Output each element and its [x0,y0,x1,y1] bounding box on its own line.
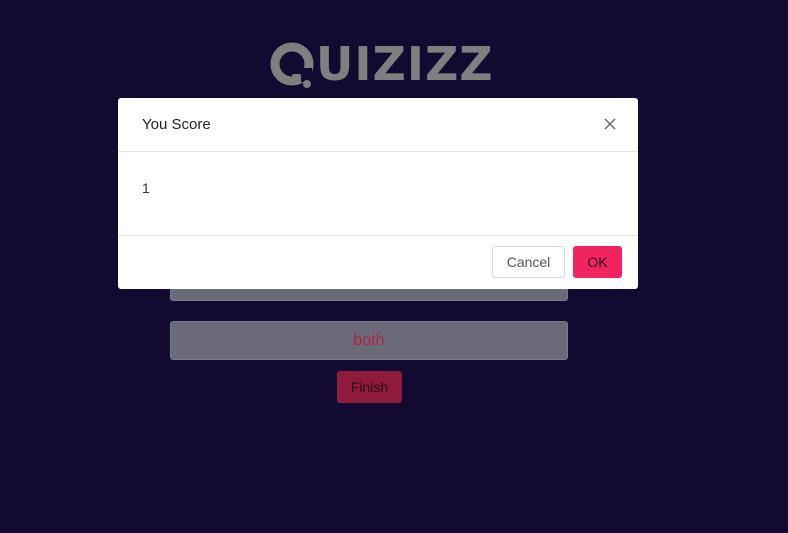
answer-option-both[interactable]: both [170,321,568,360]
score-modal: You Score 1 Cancel OK [118,98,638,289]
modal-header: You Score [118,98,638,152]
close-icon[interactable] [602,116,618,132]
score-value: 1 [142,180,150,196]
modal-body: 1 [118,152,638,236]
quizizz-logo: UIZIZZ [270,38,493,96]
modal-title: You Score [142,116,211,133]
finish-button[interactable]: Finish [337,371,402,403]
quiz-page: UIZIZZ both Finish You Score 1 Cancel OK [0,0,788,533]
modal-footer: Cancel OK [118,236,638,289]
answer-option-label: both [353,332,385,349]
logo-q-icon [270,42,314,88]
ok-button[interactable]: OK [573,246,622,278]
cancel-button[interactable]: Cancel [492,246,565,278]
logo-text: UIZIZZ [316,37,494,91]
